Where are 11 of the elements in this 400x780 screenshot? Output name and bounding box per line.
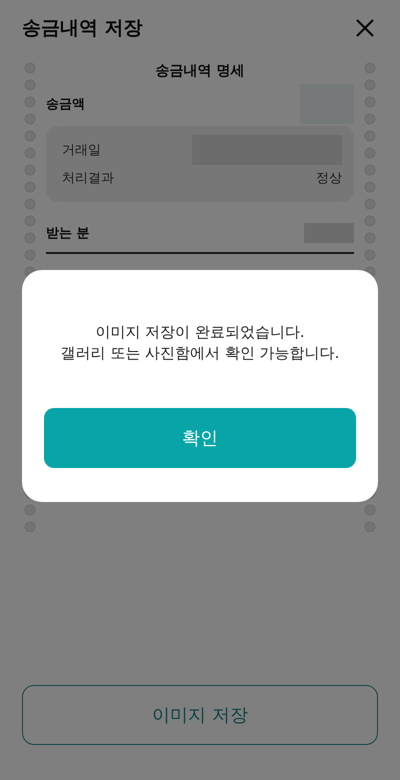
- recipient-label: 받는 분: [46, 225, 90, 242]
- amount-label: 송금액: [46, 96, 85, 113]
- confirm-button[interactable]: 확인: [44, 408, 356, 468]
- save-image-button[interactable]: 이미지 저장: [22, 685, 378, 745]
- detail-value: 정상: [316, 170, 342, 187]
- detail-label: 거래일: [62, 142, 101, 159]
- detail-label: 처리결과: [62, 170, 114, 187]
- close-icon[interactable]: [355, 18, 375, 38]
- screen-title: 송금내역 저장: [22, 16, 143, 41]
- receipt-title: 송금내역 명세: [154, 62, 246, 80]
- dialog-message: 이미지 저장이 완료되었습니다. 갤러리 또는 사진함에서 확인 가능합니다.: [60, 322, 340, 364]
